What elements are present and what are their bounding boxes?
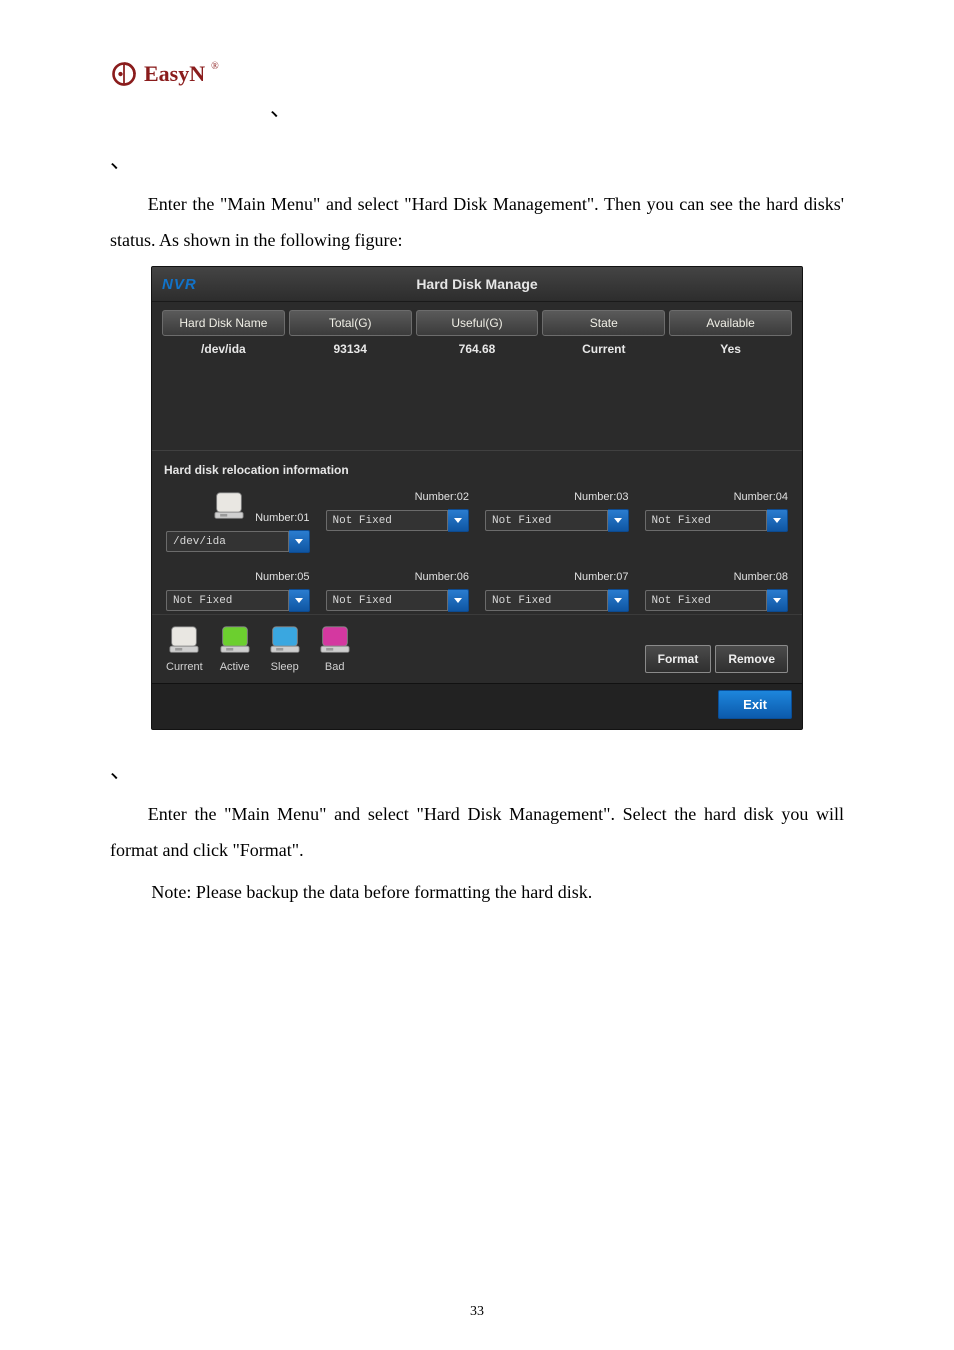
legend-label: Current: [166, 661, 203, 673]
slot-6: Number:06 Not Fixed: [326, 571, 470, 612]
slot-value: Not Fixed: [326, 510, 449, 531]
remove-button[interactable]: Remove: [715, 645, 788, 673]
slot-dropdown[interactable]: Not Fixed: [326, 509, 470, 532]
slot-8: Number:08 Not Fixed: [645, 571, 789, 612]
punctuation-mark: 、: [270, 98, 844, 120]
slot-value: Not Fixed: [166, 590, 289, 611]
chevron-down-icon[interactable]: [289, 530, 310, 553]
hard-disk-manage-window: NVR Hard Disk Manage Hard Disk Name Tota…: [151, 266, 803, 730]
disk-table: Hard Disk Name Total(G) Useful(G) State …: [152, 302, 802, 446]
slot-value: Not Fixed: [645, 510, 768, 531]
slot-dropdown[interactable]: Not Fixed: [166, 589, 310, 612]
col-total: Total(G): [289, 310, 412, 336]
relocation-section-title: Hard disk relocation information: [152, 450, 802, 483]
hdd-icon: [166, 625, 202, 658]
legend-label: Sleep: [271, 661, 299, 673]
chevron-down-icon[interactable]: [448, 589, 469, 612]
chevron-down-icon[interactable]: [448, 509, 469, 532]
relocation-slots: Number:01/dev/idaNumber:02Not FixedNumbe…: [152, 483, 802, 614]
slot-label: Number:02: [415, 491, 469, 503]
chevron-down-icon[interactable]: [767, 589, 788, 612]
page-number: 33: [0, 1304, 954, 1320]
slot-label: Number:06: [415, 571, 469, 583]
slot-label: Number:05: [255, 571, 309, 583]
chevron-down-icon[interactable]: [767, 509, 788, 532]
col-state: State: [542, 310, 665, 336]
paragraph-note: Note: Please backup the data before form…: [110, 874, 844, 910]
legend-current: Current: [166, 625, 203, 673]
easyn-logo-icon: [110, 60, 138, 88]
slot-dropdown[interactable]: Not Fixed: [485, 509, 629, 532]
chevron-down-icon[interactable]: [608, 589, 629, 612]
brand-text: EasyN: [144, 61, 205, 87]
slot-5: Number:05 Not Fixed: [166, 571, 310, 612]
table-row[interactable]: /dev/ida 93134 764.68 Current Yes: [162, 336, 792, 358]
slot-label: Number:04: [734, 491, 788, 503]
window-titlebar: NVR Hard Disk Manage: [152, 267, 802, 302]
slot-2: Number:02 Not Fixed: [326, 491, 470, 553]
slot-value: Not Fixed: [485, 590, 608, 611]
legend-bad: Bad: [317, 625, 353, 673]
punctuation-mark: 、: [110, 150, 844, 172]
paragraph-status: Enter the "Main Menu" and select "Hard D…: [110, 186, 844, 258]
slot-label: Number:03: [574, 491, 628, 503]
hdd-icon: [217, 625, 253, 658]
punctuation-mark: 、: [110, 760, 844, 782]
slot-dropdown[interactable]: /dev/ida: [166, 530, 310, 553]
window-title: Hard Disk Manage: [416, 276, 537, 292]
brand-registered: ®: [211, 61, 219, 72]
format-button[interactable]: Format: [645, 645, 712, 673]
cell-useful: 764.68: [416, 342, 539, 356]
chevron-down-icon[interactable]: [289, 589, 310, 612]
slot-value: Not Fixed: [326, 590, 449, 611]
slot-7: Number:07 Not Fixed: [485, 571, 629, 612]
cell-total: 93134: [289, 342, 412, 356]
legend-active: Active: [217, 625, 253, 673]
cell-state: Current: [542, 342, 665, 356]
slot-dropdown[interactable]: Not Fixed: [485, 589, 629, 612]
slot-value: /dev/ida: [166, 531, 289, 552]
slot-value: Not Fixed: [485, 510, 608, 531]
slot-4: Number:04 Not Fixed: [645, 491, 789, 553]
slot-label: Number:07: [574, 571, 628, 583]
col-hard-disk-name: Hard Disk Name: [162, 310, 285, 336]
brand-logo: EasyN ®: [110, 60, 844, 88]
legend-label: Active: [220, 661, 250, 673]
slot-dropdown[interactable]: Not Fixed: [326, 589, 470, 612]
hdd-icon: [317, 625, 353, 658]
legend-sleep: Sleep: [267, 625, 303, 673]
hdd-icon: [267, 625, 303, 658]
slot-label: Number:08: [734, 571, 788, 583]
col-useful: Useful(G): [416, 310, 539, 336]
slot-value: Not Fixed: [645, 590, 768, 611]
window-footer: Exit: [152, 683, 802, 729]
slot-label: Number:01: [255, 512, 309, 524]
cell-available: Yes: [669, 342, 792, 356]
legend-row: Current Active Sleep Bad Format Remove: [152, 614, 802, 683]
legend-label: Bad: [325, 661, 345, 673]
slot-3: Number:03 Not Fixed: [485, 491, 629, 553]
exit-button[interactable]: Exit: [718, 690, 792, 719]
nvr-brand-label: NVR: [162, 276, 197, 293]
slot-dropdown[interactable]: Not Fixed: [645, 589, 789, 612]
paragraph-format: Enter the "Main Menu" and select "Hard D…: [110, 796, 844, 868]
col-available: Available: [669, 310, 792, 336]
slot-1: Number:01/dev/ida: [166, 491, 310, 553]
hdd-icon: [211, 491, 247, 524]
cell-name: /dev/ida: [162, 342, 285, 356]
slot-dropdown[interactable]: Not Fixed: [645, 509, 789, 532]
chevron-down-icon[interactable]: [608, 509, 629, 532]
